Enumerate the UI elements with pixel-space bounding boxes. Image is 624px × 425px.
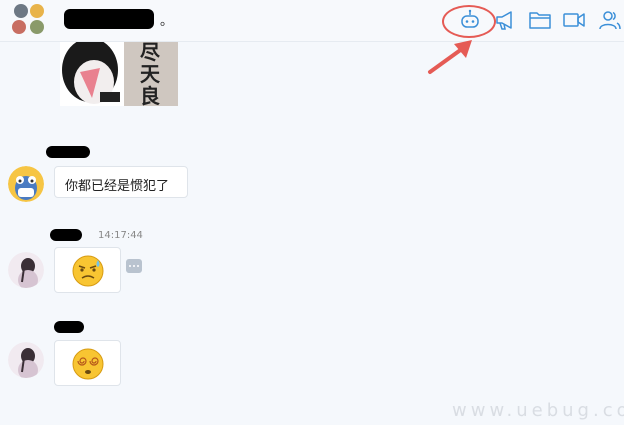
avatar[interactable]: [8, 166, 44, 202]
emoji-bubble[interactable]: [54, 340, 121, 386]
redacted-group-name: [64, 9, 154, 29]
message-bubble[interactable]: 你都已经是惯犯了: [54, 166, 188, 198]
chat-title-suffix: 。: [160, 14, 174, 29]
sweat-smile-emoji-icon: [72, 255, 104, 287]
redacted-sender-name: [46, 146, 90, 158]
chat-header: 。: [0, 0, 624, 42]
annotation-ellipse: [442, 5, 496, 38]
group-avatar[interactable]: [10, 2, 46, 38]
avatar[interactable]: [8, 252, 44, 288]
sticker-char-3: 良: [140, 84, 160, 106]
folder-icon[interactable]: [528, 8, 552, 32]
redacted-sender-name: [50, 229, 82, 241]
avatar[interactable]: [8, 342, 44, 378]
message-timestamp: 14:17:44: [98, 230, 143, 241]
sticker-image[interactable]: 尽 天 良: [60, 42, 178, 106]
message-text: 你都已经是惯犯了: [65, 179, 170, 194]
megaphone-icon[interactable]: [494, 8, 518, 32]
watermark-text: www.uebug.com: [452, 400, 624, 421]
annotation-arrow: [424, 36, 484, 80]
redacted-sender-name: [54, 321, 84, 333]
more-options-button[interactable]: [126, 259, 142, 273]
members-icon[interactable]: [598, 8, 622, 32]
video-icon[interactable]: [562, 8, 586, 32]
dizzy-face-emoji-icon: [72, 348, 104, 380]
emoji-bubble[interactable]: [54, 247, 121, 293]
